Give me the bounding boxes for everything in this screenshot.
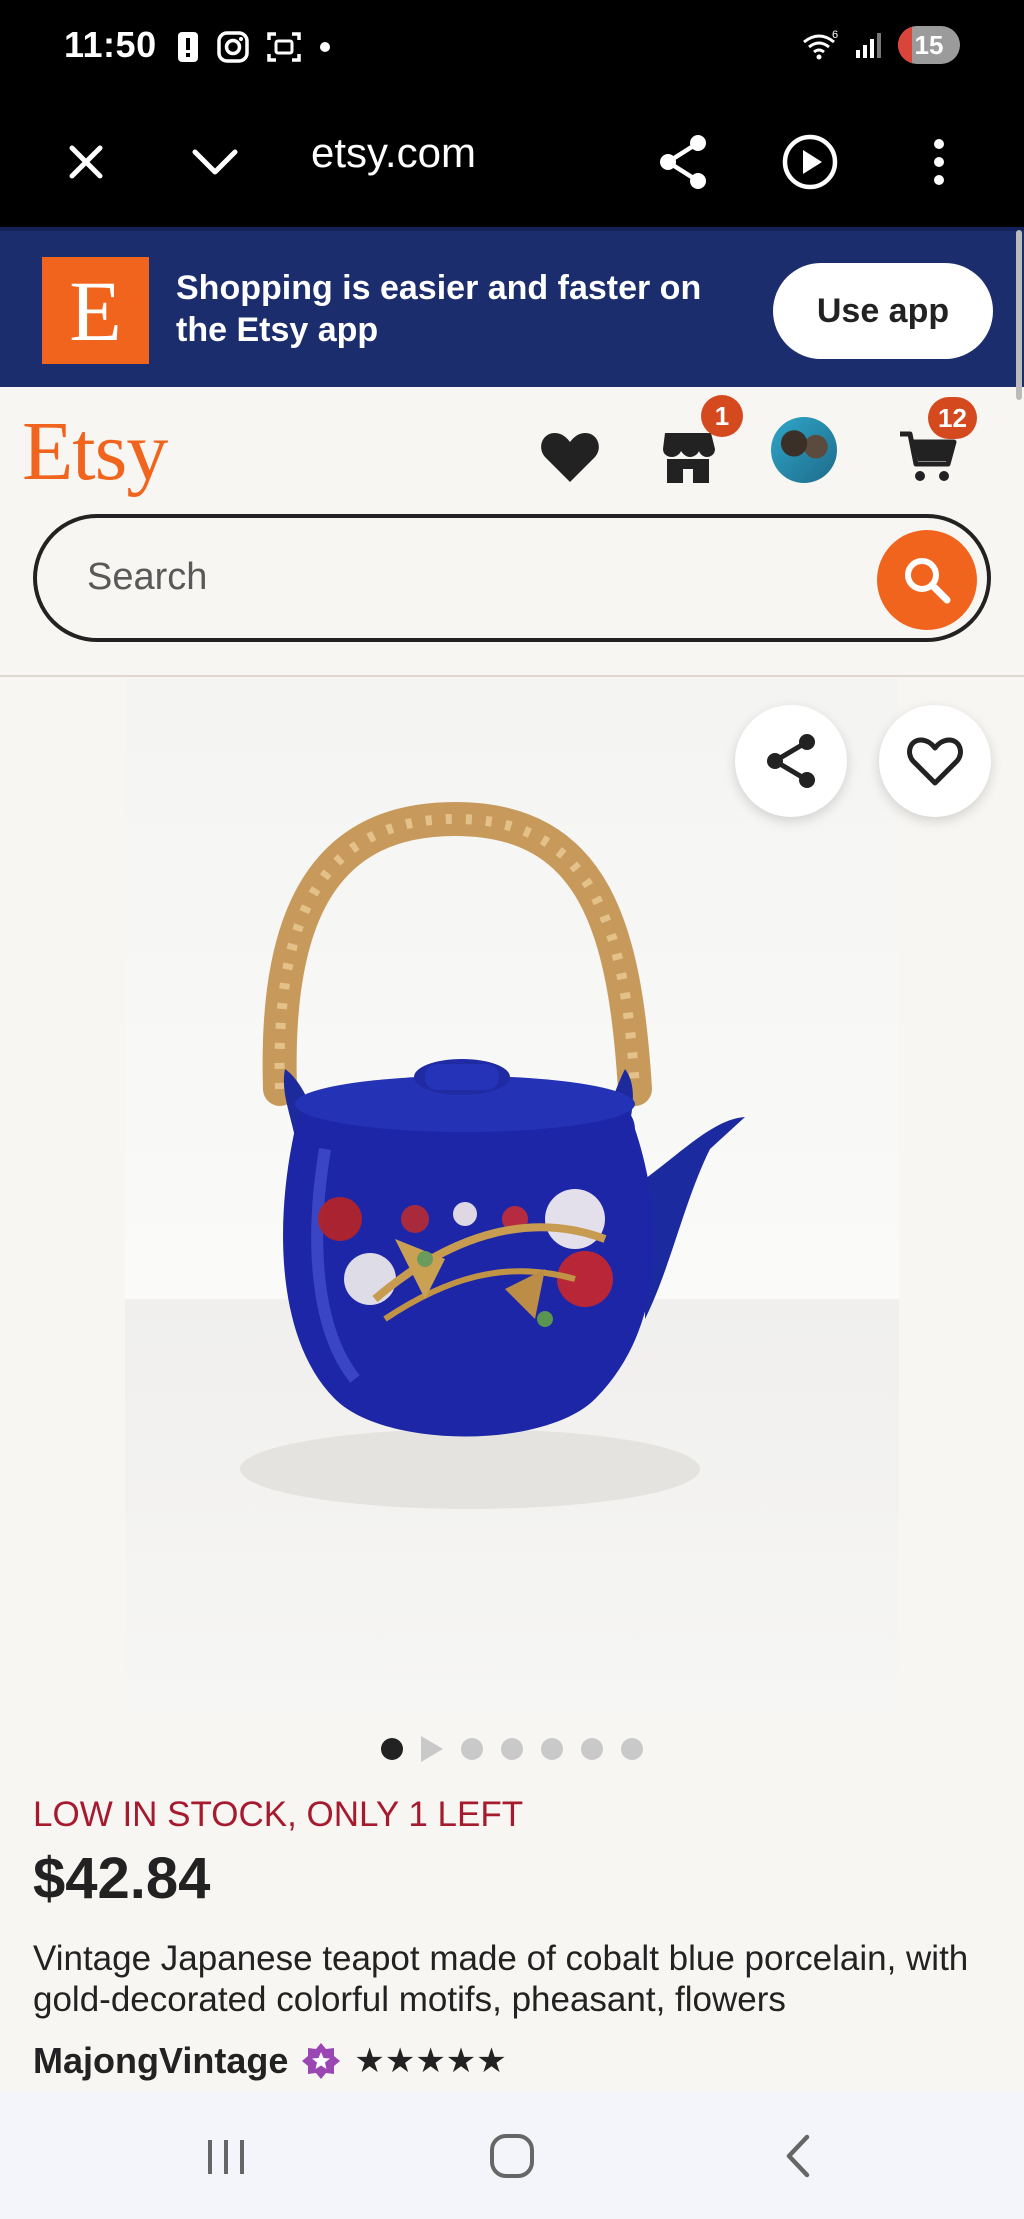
- use-app-button[interactable]: Use app: [773, 263, 993, 359]
- favorites-button[interactable]: [530, 417, 610, 497]
- system-navigation-bar: [0, 2092, 1024, 2219]
- battery-level: 15: [914, 29, 944, 60]
- app-banner: E Shopping is easier and faster on the E…: [0, 227, 1024, 387]
- etsy-app-logo: E: [42, 257, 149, 364]
- svg-text:6: 6: [832, 29, 838, 41]
- listing-title: Vintage Japanese teapot made of cobalt b…: [33, 1939, 969, 2019]
- heart-icon: [541, 433, 599, 482]
- shop-icon: [663, 433, 715, 483]
- dot-icon: [320, 42, 330, 52]
- close-icon: [69, 145, 103, 179]
- battery-icon: 15: [898, 26, 960, 64]
- star-seller-badge-icon: [302, 2043, 341, 2079]
- avatar[interactable]: [771, 417, 837, 483]
- alert-icon: [178, 32, 198, 62]
- system-icons: 6 15: [800, 26, 960, 64]
- play-icon: [782, 134, 838, 190]
- heart-outline-icon: [907, 737, 963, 786]
- recent-apps-button[interactable]: [186, 2126, 266, 2186]
- stock-notice: LOW IN STOCK, ONLY 1 LEFT: [33, 1795, 524, 1834]
- banner-message: Shopping is easier and faster on the Ets…: [176, 269, 702, 349]
- search-input[interactable]: Search: [33, 514, 991, 642]
- url-text[interactable]: etsy.com: [311, 129, 476, 177]
- search-button[interactable]: [877, 530, 977, 630]
- search-icon: [905, 558, 951, 604]
- listing-price: $42.84: [33, 1846, 211, 1911]
- signal-icon: [856, 33, 881, 58]
- pagination-dot[interactable]: [581, 1738, 603, 1760]
- more-icon: [934, 139, 944, 185]
- play-button[interactable]: [775, 127, 845, 197]
- pagination-dot[interactable]: [621, 1738, 643, 1760]
- shop-button[interactable]: 1: [648, 395, 743, 497]
- notification-icons: [176, 30, 332, 64]
- shop-badge: 1: [701, 395, 743, 437]
- chevron-down-icon: [192, 149, 238, 175]
- shop-info[interactable]: MajongVintage ★★★★★: [33, 2040, 507, 2082]
- etsy-logo[interactable]: Etsy: [22, 403, 168, 500]
- home-button[interactable]: [472, 2126, 552, 2186]
- back-button[interactable]: [758, 2126, 838, 2186]
- favorite-listing-button[interactable]: [879, 705, 991, 817]
- close-tab-button[interactable]: [51, 127, 121, 197]
- product-gallery[interactable]: [0, 679, 1024, 1711]
- share-icon: [767, 734, 815, 788]
- site-header: Etsy 1 12 Search: [0, 387, 1024, 677]
- product-image[interactable]: [125, 679, 899, 1711]
- back-icon: [786, 2134, 810, 2178]
- teapot-illustration: [240, 801, 745, 1509]
- home-icon: [490, 2134, 534, 2178]
- share-listing-button[interactable]: [735, 705, 847, 817]
- share-page-button[interactable]: [648, 127, 718, 197]
- screenshot-icon: [267, 32, 301, 62]
- rating-stars: ★★★★★: [354, 2042, 507, 2080]
- shop-name-link[interactable]: MajongVintage: [33, 2040, 288, 2082]
- search-placeholder: Search: [87, 556, 208, 598]
- status-bar: 11:50 6 15: [0, 0, 1024, 97]
- instagram-icon: [217, 31, 249, 63]
- minimize-button[interactable]: [180, 127, 250, 197]
- pagination-dot[interactable]: [381, 1738, 403, 1760]
- more-options-button[interactable]: [904, 127, 974, 197]
- cart-badge: 12: [928, 397, 977, 439]
- gallery-pagination[interactable]: [0, 1736, 1024, 1762]
- wifi-icon: 6: [803, 29, 838, 60]
- page-scrollbar[interactable]: [1016, 230, 1022, 400]
- video-play-icon[interactable]: [421, 1736, 443, 1762]
- cart-button[interactable]: 12: [888, 397, 977, 497]
- browser-toolbar: etsy.com: [0, 97, 1024, 227]
- status-time: 11:50: [64, 24, 157, 65]
- share-icon: [660, 135, 706, 189]
- recent-apps-icon: [208, 2140, 244, 2174]
- pagination-dot[interactable]: [501, 1738, 523, 1760]
- pagination-dot[interactable]: [541, 1738, 563, 1760]
- pagination-dot[interactable]: [461, 1738, 483, 1760]
